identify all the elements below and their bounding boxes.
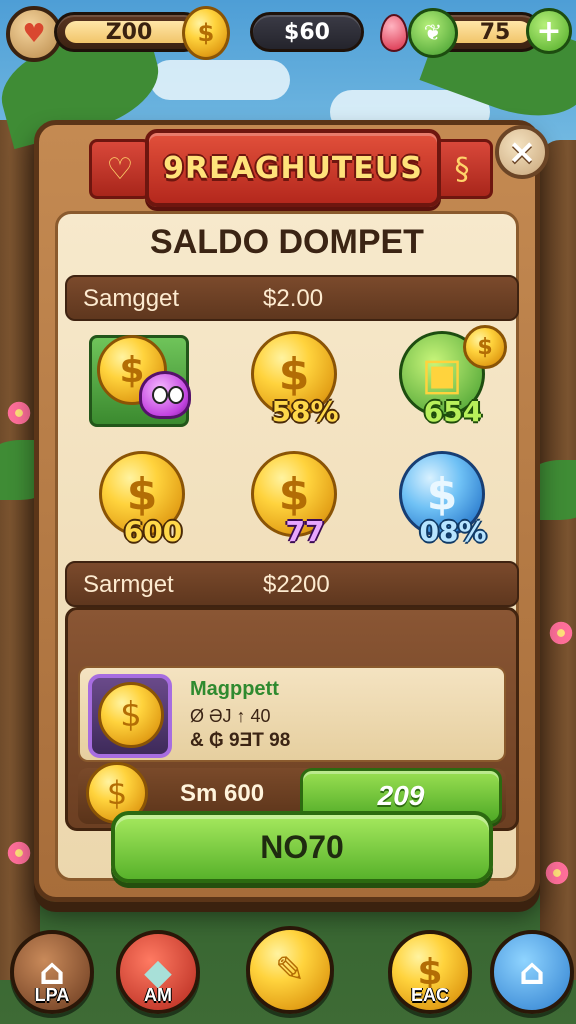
coin-pack-2-value: 58% — [271, 394, 339, 428]
nav-label-2: AM — [144, 985, 172, 1005]
balance-row-2-amount: $2200 — [263, 571, 330, 598]
nav-label-4: EAC — [410, 985, 449, 1005]
coin-pack-1[interactable]: $ — [75, 331, 215, 441]
balance-row-1-amount: $2.00 — [263, 285, 324, 312]
home-icon: ⌂ — [519, 951, 545, 993]
wallet-heading: SALDO DOMPET — [150, 223, 424, 261]
nav-home-base[interactable]: ⌂ LPA — [10, 930, 94, 1014]
item-thumbnail: $ — [88, 674, 172, 758]
item-stats-line-1: Ø ƏJ ↑ 40 — [190, 706, 271, 726]
slime-pet-icon — [139, 371, 191, 419]
resource-left-value: Z00 — [105, 19, 153, 45]
add-currency-button[interactable]: + — [526, 8, 572, 54]
item-cost: Sm 600 — [180, 780, 265, 807]
item-stats-line-2: & ₲ 9ƎT 98 — [190, 730, 291, 751]
close-button[interactable]: × — [495, 125, 549, 179]
nav-home[interactable]: ⌂ — [490, 930, 574, 1014]
dollar-coin-icon: $ — [98, 682, 164, 748]
heart-ornament-icon: ♡ — [89, 139, 151, 199]
dialog-title: 9REAGHUTEUS — [163, 150, 423, 186]
top-bar: ♥ Z00 $ $60 75 ❦ + — [0, 0, 576, 70]
confirm-button[interactable]: NO70 — [111, 811, 493, 883]
coin-pack-4-value: 600 — [123, 514, 183, 548]
coin-pack-6[interactable]: $ 08% — [379, 451, 519, 561]
coin-pack-6-value: 08% — [419, 514, 487, 548]
coin-pack-3-value: 654 — [423, 394, 483, 428]
gem-icon — [380, 14, 408, 52]
nav-label-1: LPA — [34, 985, 70, 1005]
balance-row-1: Samgget $2.00 — [65, 275, 519, 321]
balance-row-2-label: Sarmget — [83, 571, 174, 598]
resource-mid-pill: $60 — [250, 12, 364, 52]
small-coin-icon: $ — [463, 325, 507, 369]
balance-row-1-label: Samgget — [83, 285, 180, 312]
coin-pack-2[interactable]: $ 58% — [231, 331, 371, 441]
coin-pack-5-value: 77 — [285, 514, 325, 548]
trophy-icon: ♥ — [22, 19, 46, 49]
wallet-dialog: ♡ § 9REAGHUTEUS × SALDO DOMPET Samgget $… — [34, 120, 549, 902]
gold-coin-icon: $ — [182, 6, 230, 60]
coin-pack-3[interactable]: ▣ $ 654 — [379, 325, 519, 441]
item-name: Magppett — [190, 678, 279, 700]
coin-pack-4[interactable]: $ 600 — [79, 451, 219, 561]
nav-map[interactable]: ◆ AM — [116, 930, 200, 1014]
nav-shop-main[interactable]: ✎ — [246, 926, 334, 1014]
feather-coin-icon: ✎ — [274, 949, 306, 991]
item-detail-box: $ Magppett Ø ƏJ ↑ 40 & ₲ 9ƎT 98 $ Sm 600… — [65, 607, 519, 831]
leaf-icon: ❦ — [408, 8, 458, 58]
coin-pack-5[interactable]: $ 77 — [231, 451, 371, 561]
dialog-title-banner: 9REAGHUTEUS — [145, 129, 441, 207]
item-card[interactable]: $ Magppett Ø ƏJ ↑ 40 & ₲ 9ƎT 98 — [78, 666, 506, 762]
bottom-nav: ⌂ LPA ◆ AM ✎ $ EAC ⌂ — [0, 920, 576, 1024]
nav-wallet[interactable]: $ EAC — [388, 930, 472, 1014]
resource-mid-value: $60 — [284, 19, 330, 45]
balance-row-2: Sarmget $2200 — [65, 561, 519, 607]
